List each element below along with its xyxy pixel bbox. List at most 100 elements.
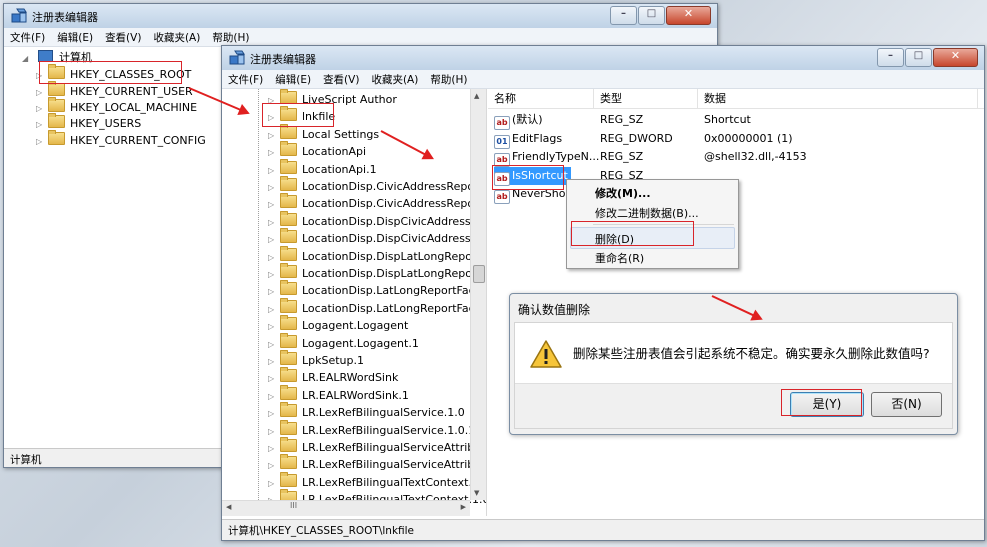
tree-item[interactable]: ▷ LocationDisp.CivicAddressReportI xyxy=(268,193,486,212)
tree-item[interactable]: ▷ LR.LexRefBilingualServiceAttribute xyxy=(268,437,487,456)
tree-item[interactable]: ▷ LR.LexRefBilingualService.1.0.1 xyxy=(268,419,475,439)
scroll-thumb[interactable] xyxy=(473,265,485,283)
binary-value-icon: 01 xyxy=(494,134,510,149)
tree-item[interactable]: ▷ LR.EALRWordSink xyxy=(268,367,398,386)
tree-item[interactable]: ▷ LocationDisp.LatLongReportFacto xyxy=(268,297,486,317)
front-menubar: 文件(F) 编辑(E) 查看(V) 收藏夹(A) 帮助(H) xyxy=(222,70,984,89)
tree-item[interactable]: ▷ LR.LexRefBilingualService.1.0 xyxy=(268,402,465,421)
expand-icon: ▷ xyxy=(268,252,275,262)
tree-item[interactable]: ▷ LR.LexRefBilingualTextContext.1.0 xyxy=(268,471,486,491)
tree-item-label: LocationDisp.DispCivicAddressRe xyxy=(302,232,485,246)
regedit-icon xyxy=(229,50,245,65)
value-data-cell: Shortcut xyxy=(704,113,751,126)
string-value-icon: ab xyxy=(494,190,510,204)
annotation-box-hkcr xyxy=(39,61,182,84)
expand-icon: ▷ xyxy=(268,304,275,314)
maximize-icon: □ xyxy=(913,50,924,61)
front-maximize-button[interactable]: □ xyxy=(905,48,932,67)
back-minimize-button[interactable]: – xyxy=(610,6,637,25)
tree-item-hkcc[interactable]: ▷ HKEY_CURRENT_CONFIG xyxy=(36,130,206,149)
back-maximize-button[interactable]: □ xyxy=(638,6,665,25)
column-data[interactable]: 数据 xyxy=(698,89,978,108)
tree-item-hklm[interactable]: ▷ HKEY_LOCAL_MACHINE xyxy=(36,97,197,116)
tree-item[interactable]: ▷ LocationDisp.CivicAddressReportI xyxy=(268,176,486,195)
menu-view[interactable]: 查看(V) xyxy=(99,28,147,45)
folder-icon xyxy=(280,297,297,313)
tree-item[interactable]: ▷ LocationDisp.LatLongReportFacto xyxy=(268,280,486,299)
back-status-text: 计算机 xyxy=(10,454,42,466)
front-window-title: 注册表编辑器 xyxy=(250,53,316,66)
menu-edit[interactable]: 编辑(E) xyxy=(51,28,99,45)
hscroll-thumb-grip: III xyxy=(290,501,298,510)
folder-icon xyxy=(280,437,297,452)
expand-icon: ▷ xyxy=(36,120,43,129)
folder-icon xyxy=(280,419,297,435)
menu-file[interactable]: 文件(F) xyxy=(4,28,51,45)
tree-item[interactable]: ▷ Logagent.Logagent.1 xyxy=(268,332,419,352)
tree-scrollbar[interactable]: ▲ ▼ xyxy=(470,89,486,500)
folder-icon xyxy=(280,350,297,365)
expand-icon: ▷ xyxy=(36,137,43,146)
tree-item[interactable]: ▷ Logagent.Logagent xyxy=(268,315,408,334)
scroll-down-icon: ▼ xyxy=(474,489,480,497)
tree-item-hkcu[interactable]: ▷ HKEY_CURRENT_USER xyxy=(36,81,193,100)
close-icon: ✕ xyxy=(950,49,961,62)
value-data-cell: @shell32.dll,-4153 xyxy=(704,150,807,163)
menu-help[interactable]: 帮助(H) xyxy=(206,28,255,45)
tree-item-label: HKEY_USERS xyxy=(70,117,142,130)
warning-icon xyxy=(530,340,562,368)
annotation-box-delete xyxy=(571,221,694,246)
front-titlebar: 注册表编辑器 – □ ✕ xyxy=(222,46,984,70)
tree-item[interactable]: ▷ LR.EALRWordSink.1 xyxy=(268,384,409,404)
confirm-delete-dialog: 确认数值删除 删除某些注册表值会引起系统不稳定。确实要永久删除此数值吗? 是(Y… xyxy=(509,293,958,435)
expand-icon: ▷ xyxy=(268,391,275,401)
expand-icon: ▷ xyxy=(268,426,275,436)
tree-item-label: LR.LexRefBilingualServiceAttribute xyxy=(302,441,487,454)
value-row[interactable]: ab FriendlyTypeN... REG_SZ @shell32.dll,-41… xyxy=(488,148,984,167)
menu-favorites[interactable]: 收藏夹(A) xyxy=(365,70,424,87)
menu-help[interactable]: 帮助(H) xyxy=(424,70,473,87)
column-name[interactable]: 名称 xyxy=(488,89,594,108)
maximize-icon: □ xyxy=(646,8,657,19)
front-status-text: 计算机\HKEY_CLASSES_ROOT\lnkfile xyxy=(228,525,415,537)
regedit-icon xyxy=(11,8,27,23)
folder-icon xyxy=(280,454,297,470)
expand-icon: ▷ xyxy=(268,322,275,332)
expand-icon: ▷ xyxy=(268,235,275,245)
back-close-button[interactable]: ✕ xyxy=(666,6,711,25)
menu-favorites[interactable]: 收藏夹(A) xyxy=(147,28,206,45)
column-type[interactable]: 类型 xyxy=(594,89,698,108)
tree-item-label: LR.EALRWordSink.1 xyxy=(302,388,409,402)
folder-icon xyxy=(280,332,297,348)
tree-item[interactable]: ▷ LocationDisp.DispLatLongReport. xyxy=(268,263,484,282)
expand-icon: ▷ xyxy=(268,165,275,175)
folder-icon xyxy=(280,384,297,400)
expand-icon: ▷ xyxy=(268,478,275,488)
value-row[interactable]: ab (默认) REG_SZ Shortcut xyxy=(488,111,984,130)
tree-item-label: LocationApi.1 xyxy=(302,162,377,176)
tree-item[interactable]: ▷ LocationApi xyxy=(268,141,366,160)
menu-view[interactable]: 查看(V) xyxy=(317,70,365,87)
front-tree-pane: ▷ LiveScript Author ▷ lnkfile ▷ Local Setting… xyxy=(222,89,487,516)
tree-item-label: LocationDisp.DispCivicAddressRe xyxy=(302,214,485,228)
menu-item-modify[interactable]: 修改(M)... xyxy=(595,185,651,201)
tree-item-label: LpkSetup.1 xyxy=(302,354,364,367)
no-button[interactable]: 否(N) xyxy=(871,392,942,417)
close-icon: ✕ xyxy=(683,7,694,20)
front-close-button[interactable]: ✕ xyxy=(933,48,978,67)
value-row[interactable]: 01 EditFlags REG_DWORD 0x00000001 (1) xyxy=(488,130,984,149)
front-minimize-button[interactable]: – xyxy=(877,48,904,67)
expand-icon: ▷ xyxy=(268,287,275,297)
menu-file[interactable]: 文件(F) xyxy=(222,70,269,87)
annotation-box-lnkfile xyxy=(262,103,334,127)
folder-icon xyxy=(280,141,297,157)
tree-item[interactable]: ▷ LocationDisp.DispCivicAddressRe xyxy=(268,228,485,247)
menu-item-rename[interactable]: 重命名(R) xyxy=(595,250,644,266)
tree-item[interactable]: ▷ LocationDisp.DispCivicAddressRe xyxy=(268,210,485,230)
menu-item-modify-binary[interactable]: 修改二进制数据(B)... xyxy=(595,205,699,221)
menu-edit[interactable]: 编辑(E) xyxy=(269,70,317,87)
folder-icon xyxy=(280,228,297,244)
tree-hscrollbar[interactable]: ◀ III ▶ xyxy=(222,500,470,516)
tree-item[interactable]: ▷ LR.LexRefBilingualServiceAttribute xyxy=(268,454,486,473)
tree-item[interactable]: ▷ LocationDisp.DispLatLongReport xyxy=(268,245,481,265)
